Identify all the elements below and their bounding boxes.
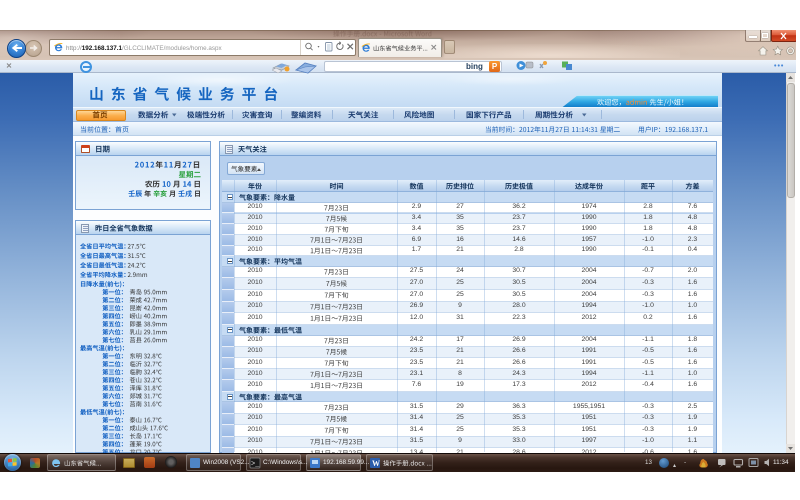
svg-text:W: W <box>372 459 380 468</box>
svg-text:>_: >_ <box>251 460 260 468</box>
